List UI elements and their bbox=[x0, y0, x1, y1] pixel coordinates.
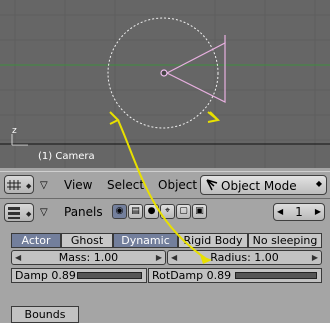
logic-icon[interactable]: ◉ bbox=[112, 204, 127, 219]
mass-field[interactable]: ◀ Mass: 1.00 ▶ bbox=[11, 250, 166, 265]
mass-label: Mass: 1.00 bbox=[58, 251, 119, 264]
editor-type-selector[interactable]: ◆ bbox=[4, 175, 34, 194]
active-object-label: (1) Camera bbox=[38, 151, 95, 162]
menu-arrow-icon[interactable]: ▽ bbox=[40, 207, 48, 218]
object-mode-icon bbox=[206, 179, 218, 191]
increment-arrow-icon[interactable]: ▶ bbox=[315, 204, 321, 220]
ghost-toggle[interactable]: Ghost bbox=[61, 233, 113, 248]
3d-view-header: ◆ ▽ View Select Object Object Mode ◆ bbox=[0, 171, 330, 199]
menu-object[interactable]: Object bbox=[158, 178, 197, 192]
actor-toggle[interactable]: Actor bbox=[11, 233, 61, 248]
rotdamp-slider[interactable]: RotDamp 0.89 bbox=[148, 268, 322, 283]
world-icon[interactable]: ▣ bbox=[192, 204, 207, 219]
radius-label: Radius: 1.00 bbox=[210, 251, 279, 264]
mode-selector[interactable]: Object Mode ◆ bbox=[200, 175, 327, 195]
decrement-arrow-icon[interactable]: ◀ bbox=[15, 251, 21, 264]
frame-number-value: 1 bbox=[295, 205, 303, 219]
radius-field[interactable]: ◀ Radius: 1.00 ▶ bbox=[167, 250, 322, 265]
menu-view[interactable]: View bbox=[64, 178, 92, 192]
grid-icon: ◆ bbox=[7, 180, 32, 190]
damp-slider[interactable]: Damp 0.89 bbox=[11, 268, 147, 283]
damp-label: Damp 0.89 bbox=[15, 269, 76, 282]
buttons-header: ◆ ▽ Panels ◉ ▤ ● ⌖ ▢ ▣ ◀ 1 ▶ bbox=[0, 199, 330, 225]
3d-viewport[interactable]: z (1) Camera bbox=[0, 0, 330, 168]
panels-icon: ◆ bbox=[8, 207, 32, 219]
rotdamp-label: RotDamp 0.89 bbox=[152, 269, 232, 282]
dropdown-arrow-icon: ◆ bbox=[315, 179, 322, 188]
rigid-body-toggle[interactable]: Rigid Body bbox=[178, 233, 248, 248]
viewport-canvas bbox=[0, 0, 330, 168]
edit-icon[interactable]: ▢ bbox=[176, 204, 191, 219]
increment-arrow-icon[interactable]: ▶ bbox=[156, 251, 162, 264]
panels-menu[interactable]: Panels bbox=[64, 205, 103, 219]
frame-number-field[interactable]: ◀ 1 ▶ bbox=[273, 203, 325, 221]
logic-panel: Actor Ghost Dynamic Rigid Body No sleepi… bbox=[0, 228, 330, 323]
mode-label: Object Mode bbox=[221, 179, 297, 193]
decrement-arrow-icon[interactable]: ◀ bbox=[277, 204, 283, 220]
decrement-arrow-icon[interactable]: ◀ bbox=[171, 251, 177, 264]
rotdamp-slider-fill bbox=[235, 272, 317, 279]
script-icon[interactable]: ▤ bbox=[128, 204, 143, 219]
object-icon[interactable]: ⌖ bbox=[160, 204, 175, 219]
increment-arrow-icon[interactable]: ▶ bbox=[312, 251, 318, 264]
damp-slider-fill bbox=[77, 272, 142, 279]
svg-text:◆: ◆ bbox=[26, 182, 32, 190]
no-sleeping-toggle[interactable]: No sleeping bbox=[248, 233, 322, 248]
axis-z-label: z bbox=[12, 126, 17, 136]
svg-text:◆: ◆ bbox=[26, 210, 32, 218]
menu-arrow-icon[interactable]: ▽ bbox=[40, 180, 48, 191]
editor-type-selector-2[interactable]: ◆ bbox=[4, 203, 34, 222]
menu-select[interactable]: Select bbox=[107, 178, 144, 192]
bounds-toggle[interactable]: Bounds bbox=[11, 306, 79, 323]
shading-icon[interactable]: ● bbox=[144, 204, 159, 219]
dynamic-toggle[interactable]: Dynamic bbox=[113, 233, 178, 248]
